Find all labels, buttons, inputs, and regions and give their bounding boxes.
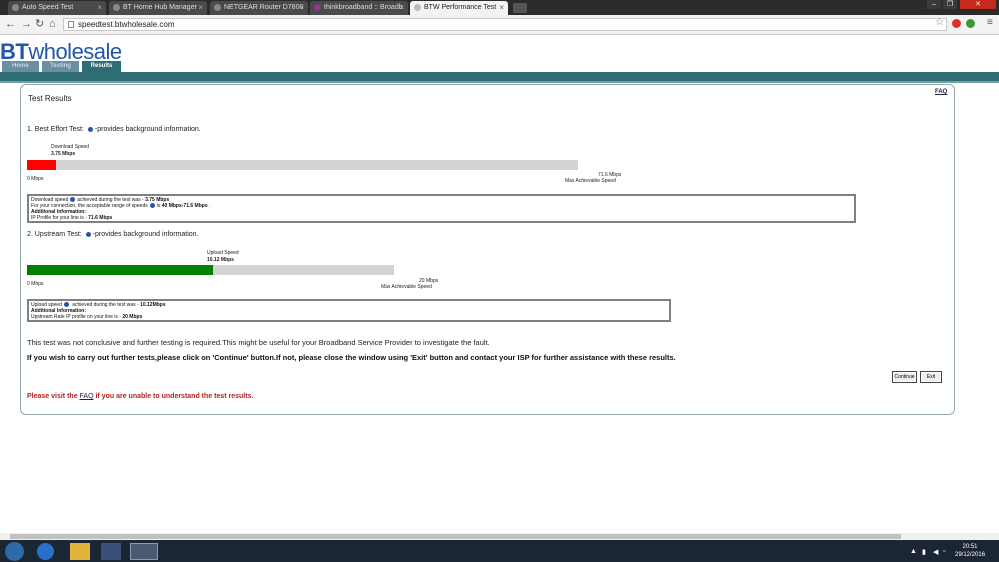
upload-speed-label: Upload Speed [207,250,239,256]
close-window-icon[interactable]: ✕ [960,0,996,9]
box-text: . [207,203,211,209]
chrome-taskbar-icon[interactable] [130,543,158,560]
upload-info-box: Upload speed achieved during the test wa… [27,299,671,322]
info-icon[interactable] [87,126,93,132]
close-icon[interactable]: × [299,1,304,15]
help-text: Please visit the [27,393,80,400]
faq-help-message: Please visit the FAQ if you are unable t… [27,393,253,400]
tab-favicon-icon [414,4,421,11]
help-text: if you are unable to understand the test… [93,393,254,400]
upload-measured-value: 10.12Mbps [140,302,166,308]
info-icon[interactable] [85,231,91,237]
info-icon[interactable] [149,203,155,209]
instruction-message: If you wish to carry out further tests,p… [27,353,676,362]
tab-thinkbroadband[interactable]: thinkbroadband :: Broadb × [310,1,408,15]
tab-label: Auto Speed Test [22,4,74,11]
acceptable-range-value: 40 Mbps-71.6 Mbps [161,203,208,209]
show-hidden-icons-icon[interactable]: ▲ [910,548,917,555]
clock-time: 20:51 [962,544,978,550]
home-icon[interactable]: ⌂ [49,18,56,30]
section-title-text: 1. Best Effort Test: [27,126,84,133]
bookmark-star-icon[interactable]: ☆ [935,17,944,28]
media-player-icon[interactable] [101,543,121,560]
upload-bar-fill [27,265,213,275]
reload-icon[interactable]: ↻ [35,18,44,30]
tab-favicon-icon [314,4,321,11]
download-section-title: 1. Best Effort Test: -provides backgroun… [27,126,201,133]
adblock-extension-icon[interactable] [952,19,961,28]
page-icon [68,21,74,28]
download-speed-label: Download Speed [51,144,90,150]
close-icon[interactable]: × [198,1,203,15]
info-icon[interactable] [70,197,76,203]
restore-icon[interactable]: ❐ [943,0,957,9]
continue-button[interactable]: Continue [892,371,917,383]
clock-date: 29/12/2016 [955,552,986,558]
tab-favicon-icon [214,4,221,11]
address-bar[interactable]: speedtest.btwholesale.com [63,18,947,31]
section-title-suffix: -provides background information. [94,126,201,133]
close-icon[interactable]: × [399,1,404,15]
upload-bar-track [27,265,394,275]
tab-bt-home-hub[interactable]: BT Home Hub Manager × [109,1,207,15]
nav-divider [0,81,999,83]
scrollbar-thumb[interactable] [10,534,901,539]
nav-tab-results[interactable]: Results [82,61,121,72]
upload-max-label: Max Achievable Speed [381,284,432,290]
nav-bar [0,72,999,81]
download-bar-track [27,160,578,170]
tab-btw-performance-test[interactable]: BTW Performance Test × [410,1,508,15]
info-icon[interactable] [63,302,69,308]
close-icon[interactable]: × [97,1,102,15]
ip-profile-value: 71.6 Mbps [88,215,113,221]
url-text: speedtest.btwholesale.com [78,20,175,29]
action-center-icon[interactable]: ▫ [943,548,945,555]
back-arrow-icon[interactable]: ← [5,18,16,30]
download-max-label: Max Achievable Speed [565,178,616,184]
new-tab-button[interactable] [513,3,527,13]
upload-zero-label: 0 Mbps [27,281,44,287]
faq-link[interactable]: FAQ [935,89,947,95]
tab-favicon-icon [12,4,19,11]
upstream-profile-value: 20 Mbps [122,314,143,320]
close-icon[interactable]: × [499,1,504,15]
file-explorer-icon[interactable] [70,543,90,560]
volume-icon[interactable]: ◀ [933,548,938,556]
download-speed-value: 3.75 Mbps [51,151,76,157]
faq-inline-link[interactable]: FAQ [80,393,94,400]
internet-explorer-icon[interactable] [37,543,54,560]
exit-button[interactable]: Exit [920,371,942,383]
extension-icon[interactable] [966,19,975,28]
tab-label: BT Home Hub Manager [123,4,197,11]
page-title: Test Results [28,94,72,103]
tab-netgear-router[interactable]: NETGEAR Router D7800 × [210,1,308,15]
upload-speed-value: 10.12 Mbps [207,257,234,263]
results-panel [20,84,955,415]
tab-favicon-icon [113,4,120,11]
inconclusive-message: This test was not conclusive and further… [27,338,490,347]
download-info-box: Download speed achieved during the test w… [27,194,856,223]
section-title-suffix: -provides background information. [92,231,199,238]
nav-tab-home[interactable]: Home [2,61,39,72]
network-icon[interactable]: ▮ [922,548,926,556]
tab-auto-speed-test[interactable]: Auto Speed Test × [8,1,106,15]
upload-section-title: 2. Upstream Test: -provides background i… [27,231,199,238]
download-bar-fill [27,160,56,170]
tab-label: BTW Performance Test [424,4,497,11]
download-zero-label: 0 Mbps [27,176,44,182]
box-text: IP Profile for your line is - [31,215,89,221]
system-clock[interactable]: 20:51 29/12/2016 [955,543,985,559]
windows-start-icon[interactable] [5,542,24,561]
chrome-menu-icon[interactable]: ≡ [987,18,993,28]
section-title-text: 2. Upstream Test: [27,231,82,238]
box-text: Upstream Rate IP profile on your line is… [31,314,123,320]
forward-arrow-icon[interactable]: → [21,18,32,30]
tab-label: thinkbroadband :: Broadb [324,4,403,11]
tab-label: NETGEAR Router D7800 [224,4,304,11]
minimize-icon[interactable]: – [927,0,941,9]
nav-tab-testing[interactable]: Testing [42,61,79,72]
